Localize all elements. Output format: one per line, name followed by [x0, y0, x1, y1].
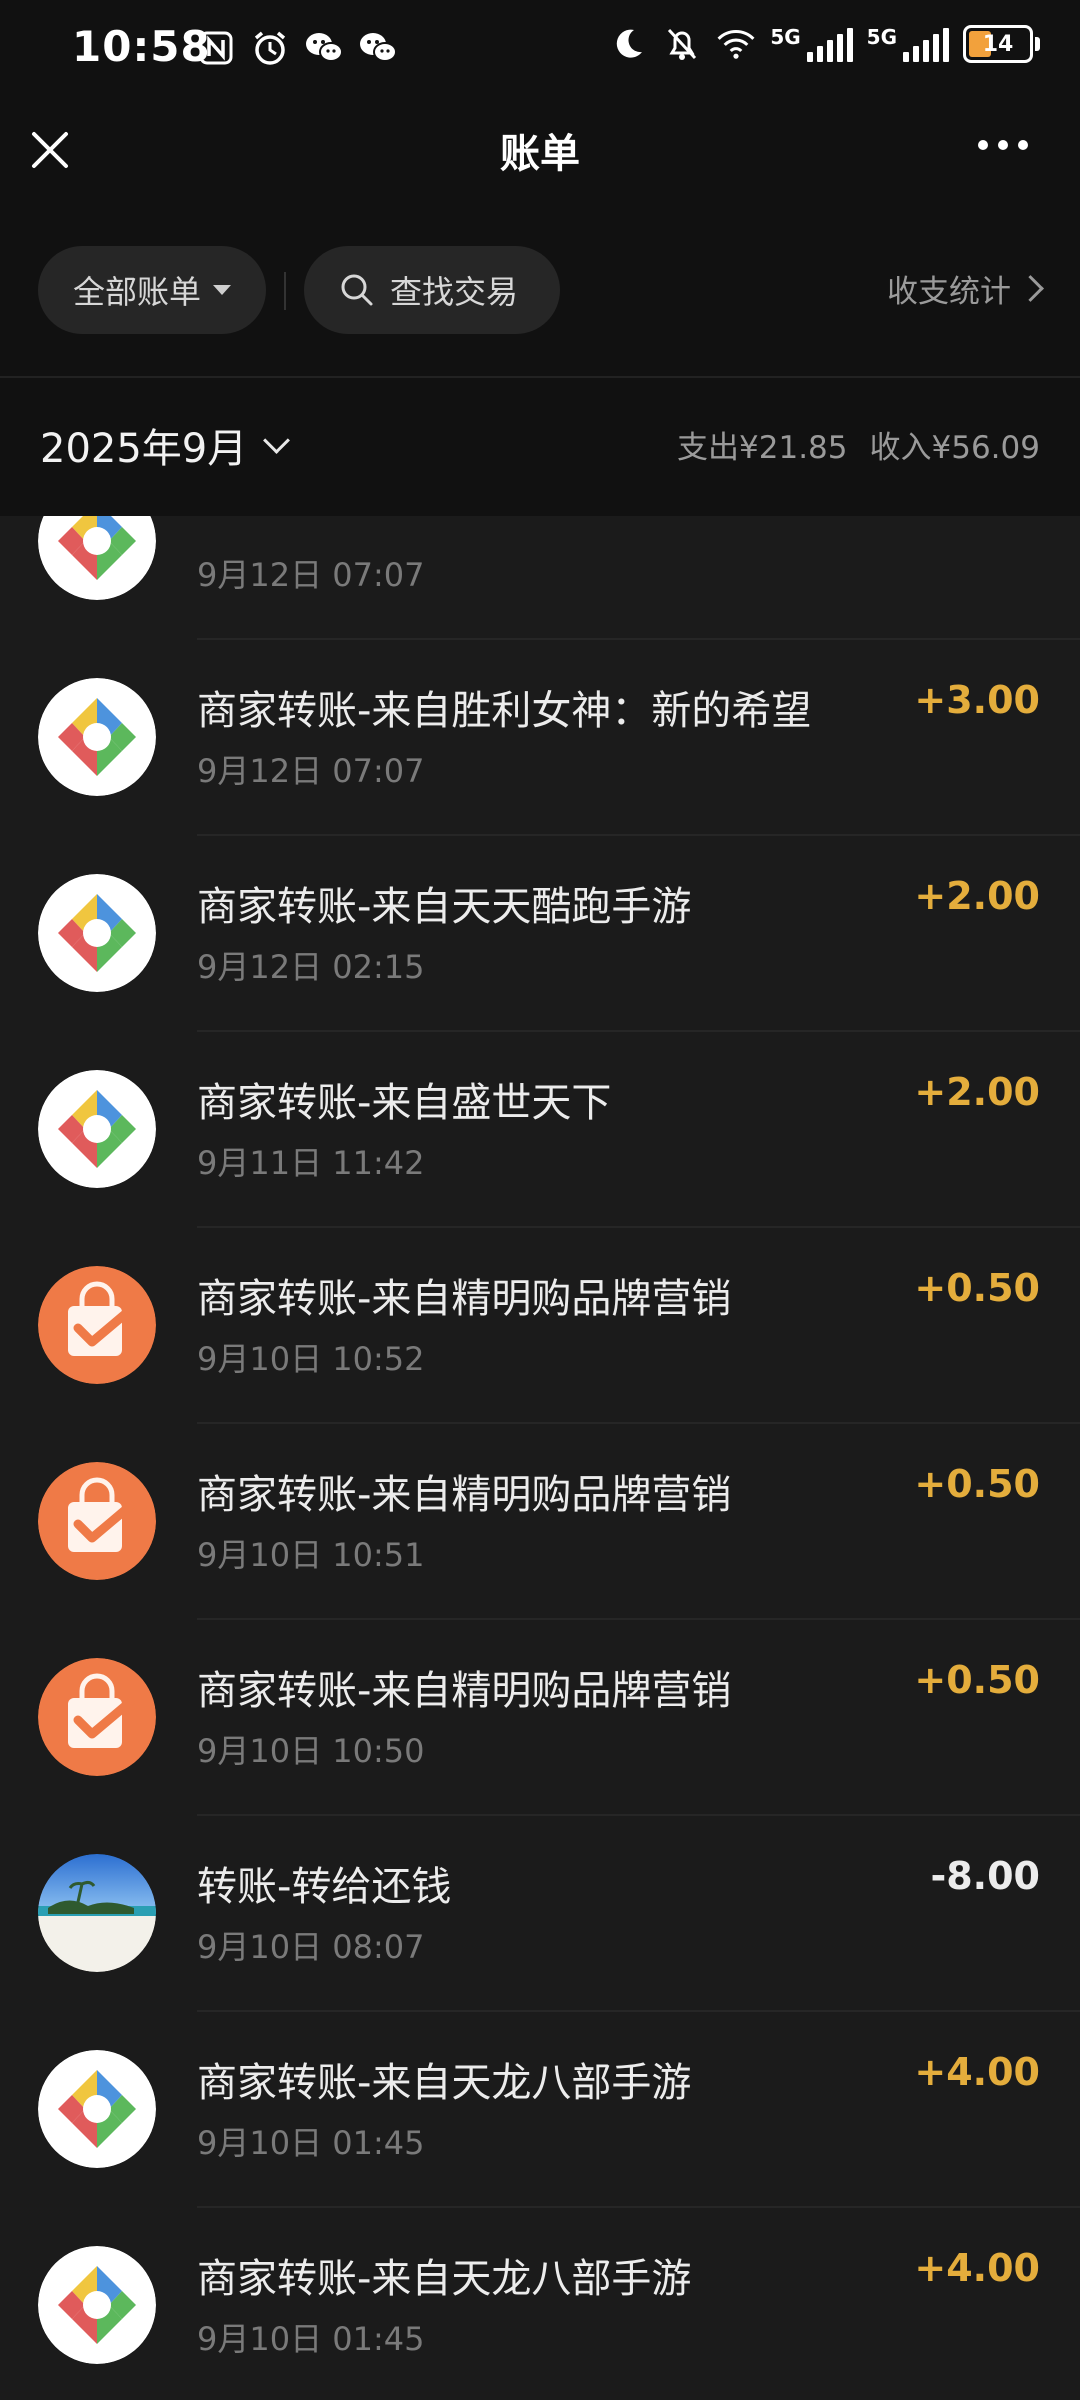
game-logo-icon [38, 678, 156, 796]
transaction-title: 商家转账-来自盛世天下 [197, 1080, 612, 1126]
alarm-icon [250, 28, 290, 68]
battery-level: 14 [982, 31, 1014, 57]
shopping-bag-icon [38, 1658, 156, 1776]
shopping-bag-icon [38, 1462, 156, 1580]
game-logo-icon [38, 1070, 156, 1188]
transaction-time: 9月12日 07:07 [197, 556, 425, 594]
wechat-icon [304, 28, 344, 68]
wechat-icon [358, 28, 398, 68]
transaction-time: 9月10日 08:07 [197, 1928, 425, 1966]
transaction-time: 9月11日 11:42 [197, 1144, 425, 1182]
network-label: 5G [770, 25, 801, 49]
all-bills-label: 全部账单 [72, 273, 201, 311]
transaction-amount: +4.00 [914, 2246, 1040, 2290]
transaction-row[interactable]: 商家转账-来自天天酷跑手游 9月12日 02:15 +2.00 [0, 836, 1080, 1032]
stats-label: 收支统计 [887, 274, 1011, 310]
transaction-amount: +2.00 [914, 1070, 1040, 1114]
transaction-title: 转账-转给还钱 [197, 1864, 452, 1910]
transaction-title: 商家转账-来自精明购品牌营销 [197, 1472, 732, 1518]
transaction-title: 商家转账-来自精明购品牌营销 [197, 1276, 732, 1322]
transaction-row[interactable]: 商家转账-来自天龙八部手游 9月10日 01:45 +4.00 [0, 2012, 1080, 2208]
game-logo-icon [38, 2246, 156, 2364]
transaction-list[interactable]: 9月12日 07:07 商家转账-来自胜利女神：新的希望 9月12日 07:07 +3… [0, 516, 1080, 2400]
filter-divider [284, 272, 286, 310]
battery-indicator: 14 [963, 25, 1040, 63]
transaction-time: 9月10日 10:52 [197, 1340, 425, 1378]
transaction-amount: +3.00 [914, 678, 1040, 722]
game-logo-icon [38, 874, 156, 992]
transaction-time: 9月10日 01:45 [197, 2124, 425, 2162]
transaction-row[interactable]: 商家转账-来自精明购品牌营销 9月10日 10:52 +0.50 [0, 1228, 1080, 1424]
transaction-time: 9月12日 02:15 [197, 948, 425, 986]
game-logo-icon [38, 516, 156, 600]
transaction-title: 商家转账-来自胜利女神：新的希望 [197, 688, 812, 734]
stats-link[interactable]: 收支统计 [887, 266, 1044, 311]
transaction-amount: +0.50 [914, 1658, 1040, 1702]
signal-5g-icon [903, 26, 949, 62]
transaction-time: 9月10日 01:45 [197, 2320, 425, 2358]
transaction-title: 商家转账-来自精明购品牌营销 [197, 1668, 732, 1714]
transaction-row[interactable]: 转账-转给还钱 9月10日 08:07 -8.00 [0, 1816, 1080, 2012]
transaction-amount: -8.00 [930, 1854, 1040, 1898]
network-label: 5G [866, 25, 897, 49]
moon-icon [608, 24, 648, 64]
bell-off-icon [662, 24, 702, 64]
search-icon [341, 274, 373, 306]
more-icon[interactable] [978, 140, 1028, 150]
search-label: 查找交易 [390, 273, 519, 311]
transaction-row[interactable]: 商家转账-来自天龙八部手游 9月10日 01:45 +4.00 [0, 2208, 1080, 2400]
all-bills-dropdown[interactable]: 全部账单 [38, 246, 266, 334]
transaction-row[interactable]: 9月12日 07:07 [0, 516, 1080, 640]
transaction-row[interactable]: 商家转账-来自盛世天下 9月11日 11:42 +2.00 [0, 1032, 1080, 1228]
status-time: 10:58 [72, 22, 211, 71]
transaction-row[interactable]: 商家转账-来自精明购品牌营销 9月10日 10:51 +0.50 [0, 1424, 1080, 1620]
transaction-row[interactable]: 商家转账-来自胜利女神：新的希望 9月12日 07:07 +3.00 [0, 640, 1080, 836]
transaction-amount: +2.00 [914, 874, 1040, 918]
transaction-amount: +0.50 [914, 1462, 1040, 1506]
transaction-time: 9月12日 07:07 [197, 752, 425, 790]
transaction-title: 商家转账-来自天龙八部手游 [197, 2060, 692, 2106]
transaction-title: 商家转账-来自天天酷跑手游 [197, 884, 692, 930]
signal-5g-icon [806, 26, 853, 62]
month-selector[interactable]: 2025年9月 [40, 416, 291, 474]
page-title: 账单 [500, 131, 580, 177]
beach-photo-avatar [38, 1854, 156, 1972]
shopping-bag-icon [38, 1266, 156, 1384]
nfc-icon [196, 28, 236, 68]
chevron-right-icon [1017, 275, 1044, 302]
status-right-icons: 5G 5G 14 [608, 24, 1040, 64]
caret-down-icon [213, 285, 231, 295]
expense-total: 支出¥21.85 [677, 430, 848, 466]
transaction-row[interactable]: 商家转账-来自精明购品牌营销 9月10日 10:50 +0.50 [0, 1620, 1080, 1816]
transaction-time: 9月10日 10:50 [197, 1732, 425, 1770]
month-totals: 支出¥21.85 收入¥56.09 [677, 422, 1040, 467]
transaction-amount: +0.50 [914, 1266, 1040, 1310]
wifi-icon [716, 24, 756, 64]
transaction-time: 9月10日 10:51 [197, 1536, 425, 1574]
income-total: 收入¥56.09 [869, 430, 1040, 466]
month-label: 2025年9月 [40, 426, 248, 472]
transaction-title: 商家转账-来自天龙八部手游 [197, 2256, 692, 2302]
transaction-amount: +4.00 [914, 2050, 1040, 2094]
chevron-down-icon [263, 426, 291, 454]
search-transactions-button[interactable]: 查找交易 [304, 246, 560, 334]
status-left-icons [196, 28, 398, 68]
battery-icon: 14 [963, 25, 1033, 63]
game-logo-icon [38, 2050, 156, 2168]
